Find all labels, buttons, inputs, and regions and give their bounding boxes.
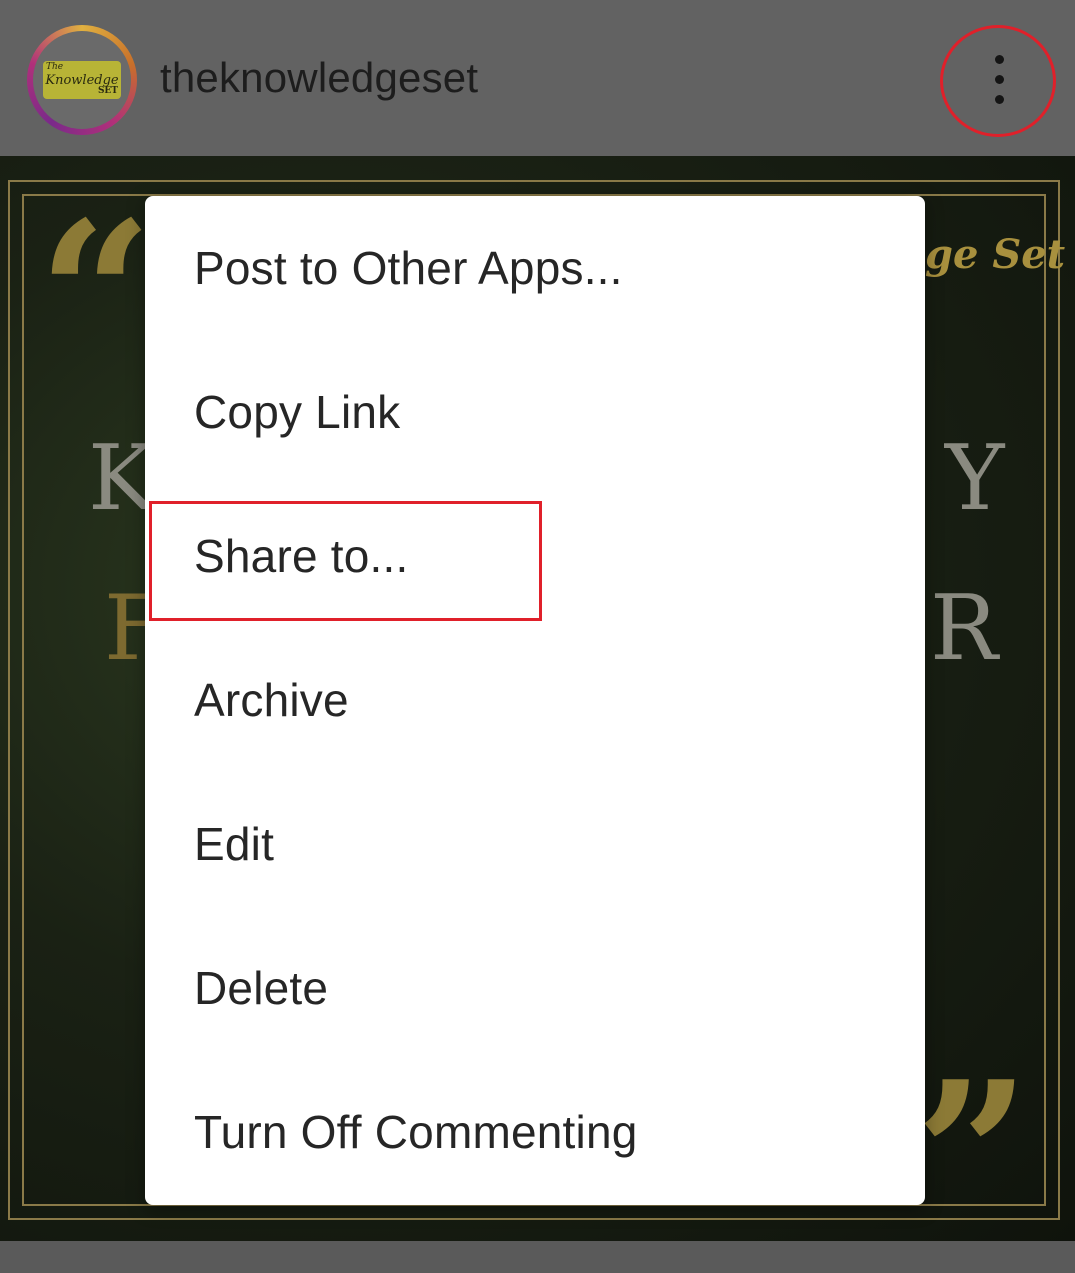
post-header: The Knowledge SET theknowledgeset: [0, 0, 1075, 156]
username[interactable]: theknowledgeset: [160, 54, 478, 102]
post-options-menu: Post to Other Apps... Copy Link Share to…: [145, 196, 925, 1205]
avatar[interactable]: The Knowledge SET: [27, 25, 137, 135]
menu-item-turn-off-commenting[interactable]: Turn Off Commenting: [145, 1060, 925, 1204]
menu-item-post-to-other-apps[interactable]: Post to Other Apps...: [145, 196, 925, 340]
menu-item-archive[interactable]: Archive: [145, 628, 925, 772]
logo-main: Knowledge: [45, 72, 119, 88]
post-letter: R: [930, 576, 998, 681]
menu-item-label: Turn Off Commenting: [194, 1106, 638, 1158]
menu-item-copy-link[interactable]: Copy Link: [145, 340, 925, 484]
post-letter: Y: [945, 426, 1005, 531]
share-to-highlight: [149, 501, 542, 621]
menu-item-label: Archive: [194, 674, 349, 726]
menu-item-label: Copy Link: [194, 386, 401, 438]
open-quote-icon: “: [38, 178, 154, 413]
close-quote-icon: ”: [915, 1038, 1031, 1273]
menu-item-label: Edit: [194, 818, 275, 870]
more-options-highlight: [940, 25, 1056, 137]
post-brand-text: ge Set: [925, 231, 1066, 278]
logo-set: SET: [97, 86, 118, 96]
menu-item-label: Delete: [194, 962, 329, 1014]
more-vertical-icon[interactable]: [995, 55, 1005, 105]
logo-icon: The Knowledge SET: [43, 61, 121, 99]
menu-item-label: Post to Other Apps...: [194, 242, 623, 294]
menu-item-delete[interactable]: Delete: [145, 916, 925, 1060]
avatar-inner: The Knowledge SET: [33, 31, 131, 129]
menu-item-edit[interactable]: Edit: [145, 772, 925, 916]
logo-the: The: [46, 62, 64, 72]
